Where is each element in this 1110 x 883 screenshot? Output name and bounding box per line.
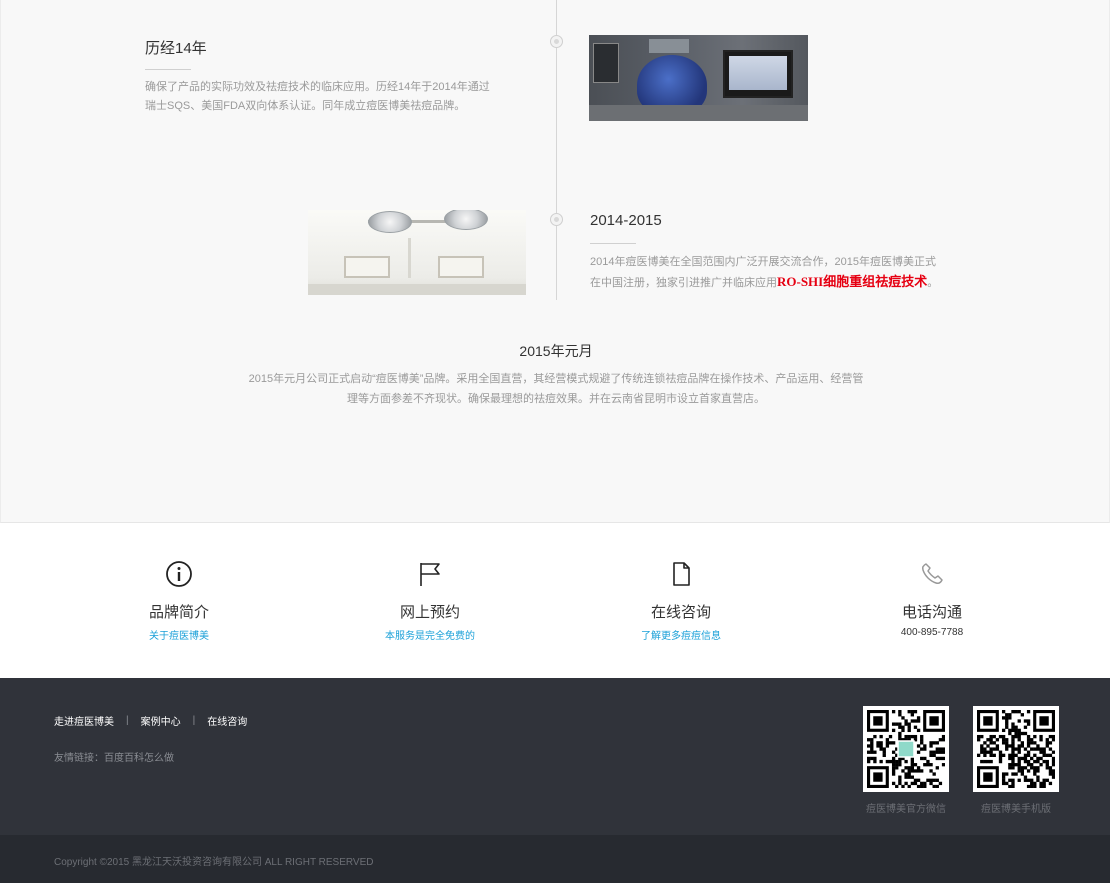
feature-title: 网上预约 bbox=[399, 604, 460, 621]
info-circle-icon bbox=[166, 561, 192, 587]
timeline-item-text: 2015年元月公司正式启动“痘医博美”品牌。采用全国直营，其经营模式规避了传统连… bbox=[248, 373, 864, 405]
timeline-item-text: 确保了产品的实际功效及祛痘技术的临床应用。历经14年于2014年通过 瑞士SQS… bbox=[145, 81, 490, 112]
footer-nav-consult[interactable]: 在线咨询 bbox=[207, 713, 247, 728]
qr-caption-wechat: 痘医博美官方微信 bbox=[866, 804, 946, 815]
friend-links[interactable]: 友情链接：百度百科怎么做 bbox=[54, 749, 174, 764]
timeline-item-text: 2014年痘医博美在全国范围内广泛开展交流合作，2015年痘医博美正式 在中国注… bbox=[590, 256, 939, 289]
document-icon bbox=[673, 562, 690, 586]
feature-title: 品牌简介 bbox=[148, 604, 209, 621]
timeline-item-rule bbox=[145, 69, 191, 70]
feature-link[interactable]: 了解更多痘痘信息 bbox=[601, 627, 761, 642]
surgeon-photo bbox=[589, 35, 808, 121]
nav-separator: | bbox=[192, 715, 196, 726]
timeline-item-title: 2015年元月 bbox=[519, 343, 593, 359]
timeline-item-title: 历经14年 bbox=[145, 40, 207, 57]
wechat-qr-code bbox=[863, 706, 949, 792]
phone-icon bbox=[922, 563, 943, 584]
phone-number: 400-895-7788 bbox=[900, 627, 964, 638]
footer-nav: 走进痘医博美 | 案例中心 | 在线咨询 bbox=[54, 713, 247, 728]
footer: 走进痘医博美 | 案例中心 | 在线咨询 友情链接：百度百科怎么做 痘医博美官方… bbox=[0, 678, 1110, 835]
mobile-qr-code bbox=[973, 706, 1059, 792]
feature-title: 电话沟通 bbox=[901, 604, 962, 621]
operating-room-photo bbox=[308, 210, 526, 295]
footer-nav-cases[interactable]: 案例中心 bbox=[141, 713, 181, 728]
feature-link[interactable]: 关于痘医博美 bbox=[99, 627, 259, 642]
feature-title: 在线咨询 bbox=[650, 604, 711, 621]
timeline-dot bbox=[550, 213, 563, 226]
nav-separator: | bbox=[126, 715, 129, 726]
timeline-item-rule bbox=[590, 243, 636, 244]
copyright-bar: Copyright ©2015 黑龙江天沃投资咨询有限公司 ALL RIGHT … bbox=[0, 835, 1110, 883]
flag-icon bbox=[420, 563, 440, 586]
timeline-dot bbox=[550, 35, 563, 48]
features-section: 品牌简介 关于痘医博美 网上预约 本服务是完全免费的 在线咨询 了解更多痘痘信息… bbox=[0, 524, 1110, 678]
footer-nav-about[interactable]: 走进痘医博美 bbox=[54, 713, 114, 728]
feature-link[interactable]: 本服务是完全免费的 bbox=[350, 627, 510, 642]
qr-caption-mobile: 痘医博美手机版 bbox=[981, 804, 1051, 815]
highlight-technology: RO-SHI细胞重组祛痘技术 bbox=[777, 274, 928, 289]
timeline-section: 历经14年 确保了产品的实际功效及祛痘技术的临床应用。历经14年于2014年通过… bbox=[0, 0, 1110, 523]
timeline-item-title: 2014-2015 bbox=[590, 212, 662, 229]
copyright-text: Copyright ©2015 黑龙江天沃投资咨询有限公司 ALL RIGHT … bbox=[54, 857, 374, 868]
